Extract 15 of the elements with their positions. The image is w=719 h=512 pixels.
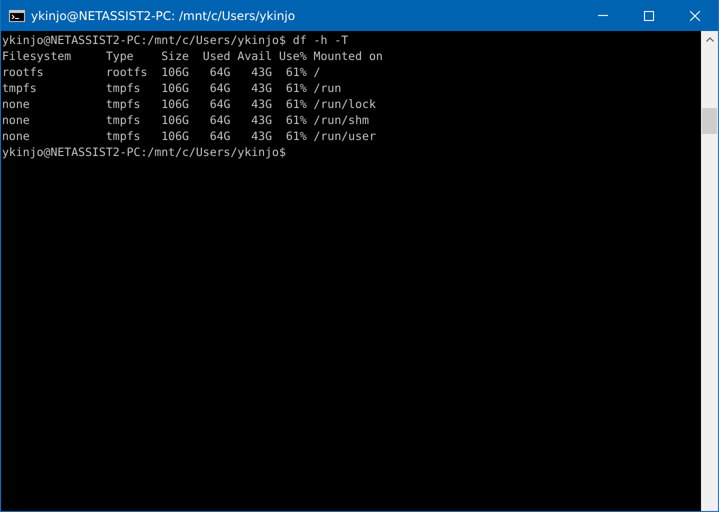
window-title: ykinjo@NETASSIST2-PC: /mnt/c/Users/ykinjo (31, 8, 296, 22)
console-line: ykinjo@NETASSIST2-PC:/mnt/c/Users/ykinjo$ (2, 144, 286, 160)
minimize-icon (598, 15, 608, 16)
console-line: none tmpfs 106G 64G 43G 61% /run/lock (2, 96, 376, 112)
close-icon (690, 10, 700, 20)
console-line: none tmpfs 106G 64G 43G 61% /run/shm (2, 112, 369, 128)
scrollbar[interactable] (701, 31, 718, 511)
scroll-thumb[interactable] (702, 108, 717, 134)
console-icon (9, 10, 25, 22)
console-line: ykinjo@NETASSIST2-PC:/mnt/c/Users/ykinjo$ df -h -T (2, 32, 348, 48)
console-line: Filesystem Type Size Used Avail Use% Mounted on (2, 48, 383, 64)
console-line: none tmpfs 106G 64G 43G 61% /run/user (2, 128, 376, 144)
console-line: tmpfs tmpfs 106G 64G 43G 61% /run (2, 80, 342, 96)
console-line: rootfs rootfs 106G 64G 43G 61% / (2, 64, 320, 80)
maximize-icon (644, 10, 654, 20)
